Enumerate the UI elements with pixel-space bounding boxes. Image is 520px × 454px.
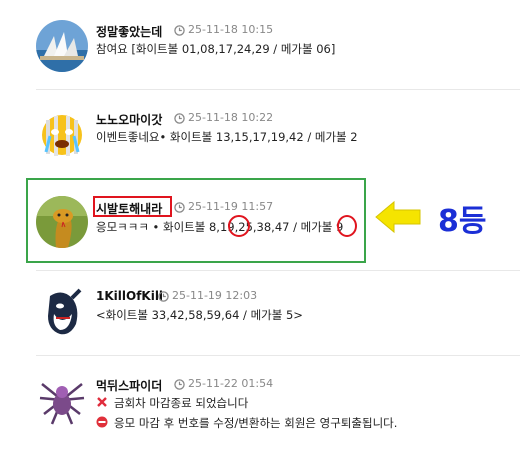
spider-avatar[interactable]: [36, 374, 88, 426]
comment-text: 이벤트좋네요• 화이트볼 13,15,17,19,42 / 메가볼 2: [96, 130, 358, 144]
rank-label: 8등: [438, 204, 487, 239]
comment-timestamp: 25-11-18 10:22: [188, 111, 274, 124]
comment-text-prefix: 응모ㅋㅋㅋ • 화이트볼 8,: [96, 220, 220, 234]
warning-notice: 응모 마감 후 번호를 수정/변환하는 회원은 영구퇴출됩니다.: [114, 416, 398, 430]
comment-timestamp: 25-11-19 11:57: [188, 200, 274, 213]
comment-nickname[interactable]: 노노오마이갓: [96, 111, 162, 128]
match-circle: [228, 215, 250, 237]
comment-nickname[interactable]: 먹뒤스파이더: [96, 377, 162, 394]
comment-line-closed: 금회차 마감종료 되었습니다: [96, 395, 248, 411]
comment-text: 응모ㅋㅋㅋ • 화이트볼 8,19,25,38,47 / 메가볼 9: [96, 219, 343, 235]
comment-text: 참여요 [화이트볼 01,08,17,24,29 / 메가볼 06]: [96, 42, 336, 56]
crying-emoji-avatar[interactable]: [36, 108, 88, 160]
closed-notice: 금회차 마감종료 되었습니다: [114, 396, 249, 410]
opera-house-photo-avatar[interactable]: [36, 20, 88, 72]
divider: [36, 270, 520, 271]
comment-list: 정말좋았는데 25-11-18 10:15 참여요 [화이트볼 01,08,17…: [0, 0, 520, 454]
cobra-snake-avatar[interactable]: [36, 196, 88, 248]
divider: [36, 89, 520, 90]
divider: [36, 355, 520, 356]
red-x-icon: [96, 396, 108, 411]
comment-timestamp: 25-11-19 12:03: [172, 289, 258, 302]
comment-line-warning: 응모 마감 후 번호를 수정/변환하는 회원은 영구퇴출됩니다.: [96, 415, 397, 431]
orca-character-avatar[interactable]: [36, 286, 88, 338]
arrow-left-icon: [374, 200, 422, 238]
comment-nickname[interactable]: 1KillOfKill: [96, 289, 163, 303]
comment-text: <화이트볼 33,42,58,59,64 / 메가볼 5>: [96, 308, 303, 322]
comment-timestamp: 25-11-22 01:54: [188, 377, 274, 390]
no-entry-icon: [96, 416, 108, 431]
match-circle: [337, 215, 357, 237]
nickname-red-box: [93, 196, 172, 217]
comment-nickname[interactable]: 정말좋았는데: [96, 23, 162, 40]
comment-timestamp: 25-11-18 10:15: [188, 23, 274, 36]
